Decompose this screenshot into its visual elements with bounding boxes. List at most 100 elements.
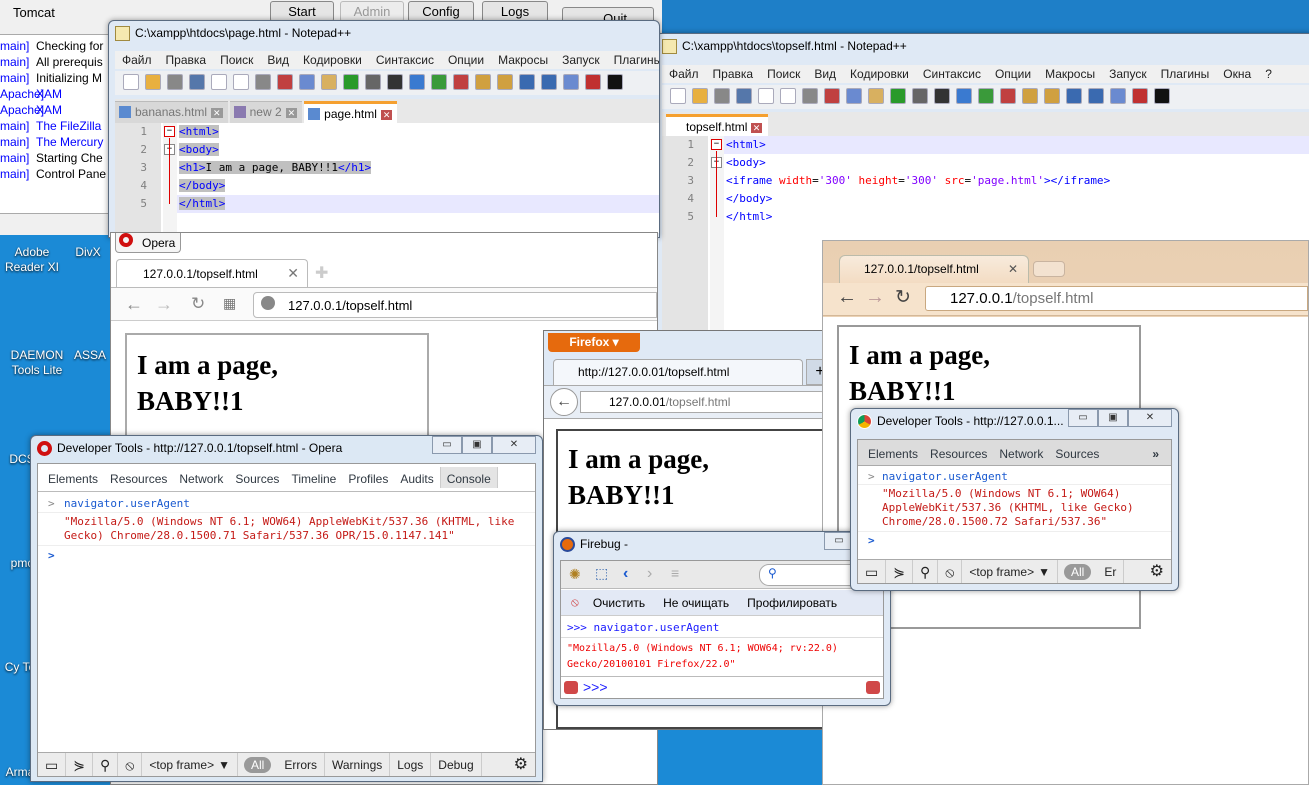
toolbar-button-icon[interactable] bbox=[123, 74, 139, 90]
menu-item[interactable]: ? bbox=[1258, 65, 1279, 83]
menu-item[interactable]: Кодировки bbox=[843, 65, 916, 83]
toolbar-button-icon[interactable] bbox=[912, 88, 928, 104]
toolbar-button-icon[interactable] bbox=[145, 74, 161, 90]
browser-tab[interactable]: 127.0.0.1/topself.html ✕ bbox=[116, 259, 308, 287]
close-tab-icon[interactable]: ✕ bbox=[1008, 262, 1018, 276]
toolbar-button-icon[interactable] bbox=[497, 74, 513, 90]
menu-item[interactable]: Кодировки bbox=[296, 51, 369, 69]
toolbar-button-icon[interactable] bbox=[431, 74, 447, 90]
browser-tab[interactable]: 127.0.0.1/topself.html ✕ bbox=[839, 255, 1029, 283]
reload-icon[interactable]: ↻ bbox=[191, 294, 205, 314]
menu-item[interactable]: Плагины bbox=[1154, 65, 1217, 83]
toolbar-button-icon[interactable] bbox=[1000, 88, 1016, 104]
devtools-tab[interactable]: Network bbox=[173, 467, 229, 488]
devtools-tab[interactable]: Console bbox=[439, 467, 498, 488]
minimize-icon[interactable]: ▭ bbox=[1068, 409, 1098, 427]
toolbar-button-icon[interactable] bbox=[1132, 88, 1148, 104]
fold-toggle-icon[interactable]: − bbox=[164, 126, 175, 137]
menu-item[interactable]: Файл bbox=[662, 65, 706, 83]
toolbar-button-icon[interactable] bbox=[189, 74, 205, 90]
desktop-icon[interactable]: ASSA bbox=[70, 348, 110, 363]
close-icon[interactable]: ✕ bbox=[492, 436, 536, 454]
toolbar-button-icon[interactable] bbox=[1044, 88, 1060, 104]
menu-item[interactable]: Запуск bbox=[1102, 65, 1154, 83]
editor-tab[interactable]: page.html ✕ bbox=[304, 101, 398, 123]
toolbar-button-icon[interactable] bbox=[563, 74, 579, 90]
forward-icon[interactable]: → bbox=[865, 286, 885, 309]
profile-button[interactable]: Профилировать bbox=[741, 596, 843, 610]
menu-item[interactable]: Макросы bbox=[491, 51, 555, 69]
menu-item[interactable]: Опции bbox=[441, 51, 491, 69]
tab-topself[interactable]: topself.html ✕ bbox=[666, 114, 769, 136]
console-input[interactable]: > bbox=[38, 546, 535, 562]
code-editor[interactable]: 1 2 3 4 5 −−<html> <body> <h1>I am a page, BABY… bbox=[115, 123, 659, 233]
firebug-bug-icon[interactable]: ✺ bbox=[569, 566, 581, 583]
filter-errors[interactable]: Errors bbox=[277, 753, 325, 776]
close-icon[interactable]: ✕ bbox=[380, 110, 393, 120]
start-button[interactable]: Start bbox=[270, 1, 334, 22]
toolbar-button-icon[interactable] bbox=[453, 74, 469, 90]
console-input[interactable]: > bbox=[858, 532, 1171, 547]
desktop-icon[interactable]: DAEMON Tools Lite bbox=[2, 348, 72, 378]
toolbar-button-icon[interactable] bbox=[475, 74, 491, 90]
devtools-tab[interactable]: Profiles bbox=[342, 467, 394, 488]
clear-icon[interactable]: ⦸ bbox=[118, 753, 143, 776]
menu-item[interactable]: Макросы bbox=[1038, 65, 1102, 83]
menu-item[interactable]: Окна bbox=[1216, 65, 1258, 83]
toolbar-button-icon[interactable] bbox=[519, 74, 535, 90]
menu-item[interactable]: Поиск bbox=[213, 51, 260, 69]
back-icon[interactable]: ‹ bbox=[623, 565, 628, 583]
close-icon[interactable]: ✕ bbox=[211, 108, 223, 118]
more-tabs-button[interactable]: » bbox=[1146, 442, 1165, 466]
break-on-errors-icon[interactable]: ⦸ bbox=[561, 595, 589, 610]
close-icon[interactable]: ✕ bbox=[750, 123, 763, 133]
toolbar-button-icon[interactable] bbox=[670, 88, 686, 104]
settings-gear-icon[interactable]: ⚙ bbox=[507, 753, 535, 776]
menu-item[interactable]: Запуск bbox=[555, 51, 607, 69]
menu-item[interactable]: Вид bbox=[260, 51, 296, 69]
devtools-tab[interactable]: Timeline bbox=[285, 467, 342, 488]
speed-dial-icon[interactable]: ▦ bbox=[223, 295, 236, 312]
toolbar-button-icon[interactable] bbox=[934, 88, 950, 104]
menu-item[interactable]: Файл bbox=[115, 51, 159, 69]
filter-debug[interactable]: Debug bbox=[431, 753, 482, 776]
fold-toggle-icon[interactable]: − bbox=[711, 139, 722, 150]
address-bar[interactable]: 127.0.0.1/topself.html bbox=[253, 292, 657, 318]
address-bar[interactable]: 127.0.0.01/topself.html bbox=[580, 391, 832, 413]
persist-button[interactable]: Не очищать bbox=[657, 596, 741, 610]
toolbar-button-icon[interactable] bbox=[846, 88, 862, 104]
devtools-tab[interactable]: Elements bbox=[862, 442, 924, 463]
toolbar-button-icon[interactable] bbox=[365, 74, 381, 90]
close-tab-icon[interactable]: ✕ bbox=[287, 265, 299, 282]
devtools-tab[interactable]: Elements bbox=[42, 467, 104, 488]
devtools-tab[interactable]: Sources bbox=[1049, 442, 1105, 463]
settings-gear-icon[interactable]: ⚙ bbox=[1143, 560, 1171, 583]
devtools-tab[interactable]: Audits bbox=[394, 467, 439, 488]
dropdown-arrow-icon[interactable]: ▼ bbox=[214, 758, 230, 772]
maximize-icon[interactable]: ▣ bbox=[1098, 409, 1128, 427]
menu-item[interactable]: Опции bbox=[988, 65, 1038, 83]
menu-item[interactable]: Вид bbox=[807, 65, 843, 83]
devtools-tab[interactable]: Sources bbox=[229, 467, 285, 488]
toolbar-button-icon[interactable] bbox=[343, 74, 359, 90]
command-line[interactable]: >>> bbox=[561, 676, 883, 698]
maximize-icon[interactable]: ▣ bbox=[462, 436, 492, 454]
close-icon[interactable]: ✕ bbox=[285, 108, 298, 118]
toolbar-button-icon[interactable] bbox=[890, 88, 906, 104]
dropdown-arrow-icon[interactable]: ▼ bbox=[1034, 565, 1050, 579]
config-button[interactable]: Config bbox=[408, 1, 474, 22]
toolbar-button-icon[interactable] bbox=[824, 88, 840, 104]
new-tab-button[interactable] bbox=[1033, 261, 1065, 277]
firefox-menu-button[interactable]: Firefox ▾ bbox=[548, 333, 640, 352]
back-icon[interactable]: ← bbox=[125, 294, 143, 315]
back-button[interactable]: ← bbox=[550, 388, 578, 416]
toolbar-button-icon[interactable] bbox=[233, 74, 249, 90]
new-tab-icon[interactable]: ✚ bbox=[315, 263, 328, 283]
toolbar-button-icon[interactable] bbox=[299, 74, 315, 90]
frame-select[interactable]: <top frame> ▼ bbox=[962, 560, 1058, 583]
filter-er[interactable]: Er bbox=[1097, 560, 1125, 583]
desktop-icon[interactable]: Adobe Reader XI bbox=[2, 245, 62, 275]
toolbar-button-icon[interactable] bbox=[409, 74, 425, 90]
search-icon[interactable]: ⚲ bbox=[913, 560, 939, 583]
menu-item[interactable]: Синтаксис bbox=[369, 51, 441, 69]
